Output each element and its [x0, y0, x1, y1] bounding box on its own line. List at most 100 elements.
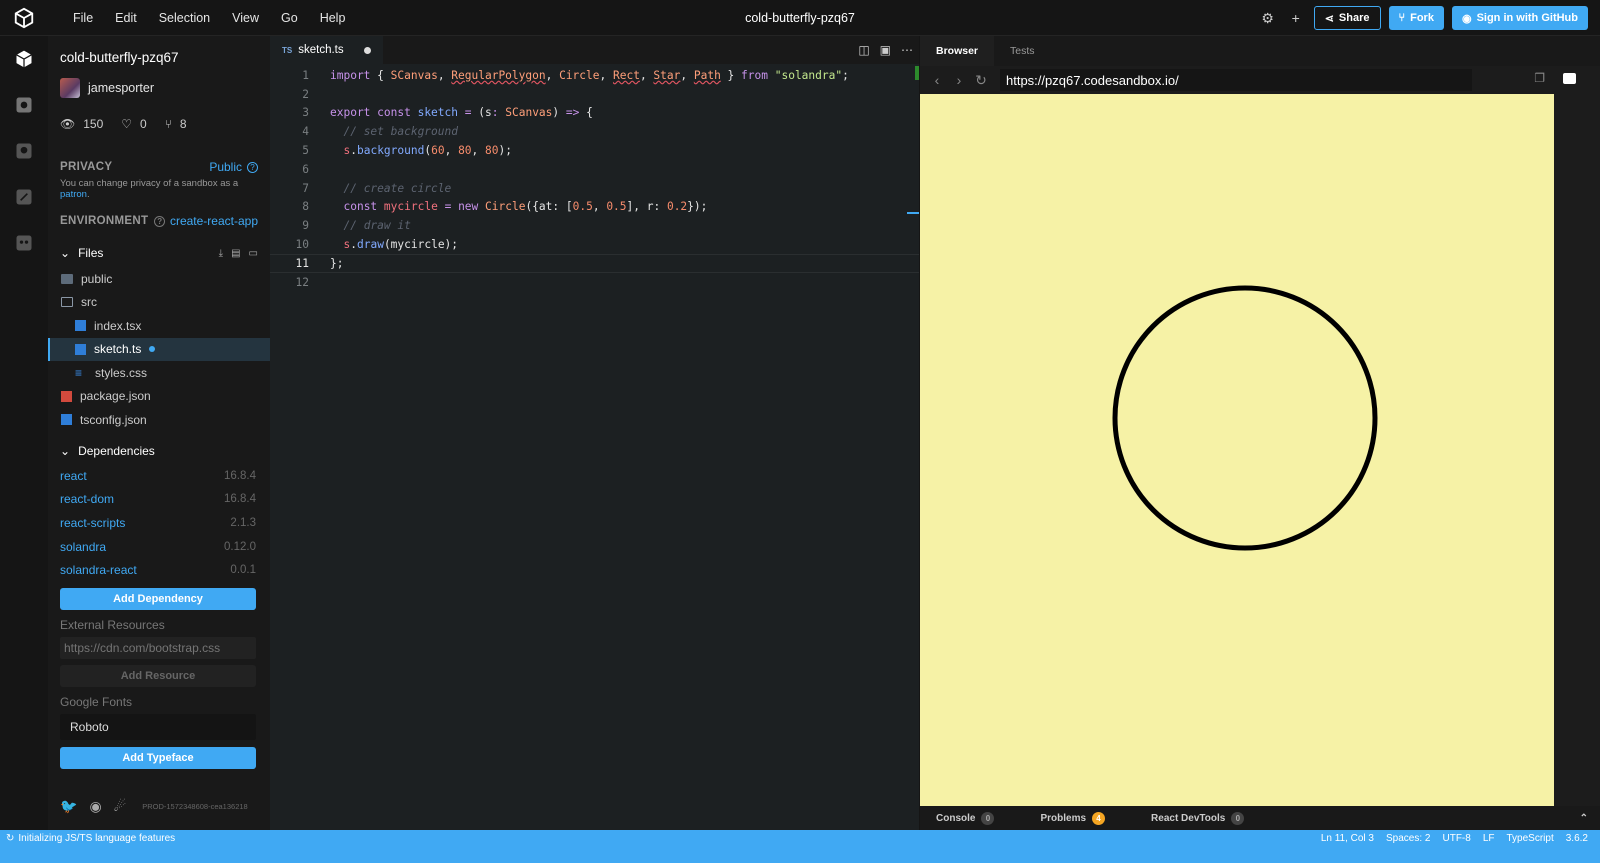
status-eol[interactable]: LF — [1483, 833, 1495, 844]
code-editor: TS sketch.ts ◫ ▣ ⋯ 1 import { SCanvas, Re… — [270, 36, 919, 830]
dependency-version: 0.0.1 — [230, 564, 256, 577]
code-area[interactable]: 1 import { SCanvas, RegularPolygon, Circl… — [270, 66, 919, 292]
new-file-icon[interactable]: ▤ — [231, 248, 240, 259]
sign-in-github-button[interactable]: ◉ Sign in with GitHub — [1451, 6, 1588, 30]
file-row[interactable]: index.tsx — [48, 314, 270, 338]
dependency-name[interactable]: solandra — [60, 540, 106, 554]
file-row[interactable]: src — [48, 291, 270, 315]
github-icon[interactable]: ◉ — [89, 798, 101, 815]
views-stat: 👁 150 — [60, 117, 103, 131]
new-folder-icon[interactable]: ▭ — [249, 248, 258, 259]
author-name: jamesporter — [88, 81, 154, 95]
open-new-window-icon[interactable]: ❐ — [1534, 71, 1545, 85]
file-row[interactable]: tsconfig.json — [48, 408, 270, 432]
fork-button[interactable]: ⑂ Fork — [1388, 6, 1444, 30]
menu-help[interactable]: Help — [309, 0, 357, 36]
dependency-row[interactable]: solandra-react 0.0.1 — [60, 558, 256, 582]
refresh-icon[interactable]: ↻ — [970, 72, 992, 89]
code-line: 3 export const sketch = (s: SCanvas) => { — [270, 104, 919, 123]
twitter-icon[interactable]: 🐦 — [60, 798, 77, 815]
codesandbox-logo-icon[interactable] — [0, 0, 48, 36]
live-icon[interactable] — [0, 220, 48, 266]
share-icon: ⋖ — [1324, 12, 1334, 25]
dependencies-header[interactable]: ⌄ Dependencies — [60, 444, 155, 458]
privacy-value: Public — [209, 160, 242, 174]
file-name: index.tsx — [94, 318, 142, 333]
code-line: 5 s.background(60, 80, 80); — [270, 141, 919, 160]
toggle-icon[interactable] — [1563, 72, 1576, 84]
tab-label: sketch.ts — [298, 44, 344, 56]
more-icon[interactable]: ⋯ — [901, 43, 913, 57]
files-label: Files — [78, 246, 104, 260]
settings-icon[interactable]: ⚙ — [1258, 8, 1278, 28]
deploy-icon[interactable] — [0, 174, 48, 220]
google-fonts-input[interactable]: Roboto — [60, 714, 256, 740]
author[interactable]: jamesporter — [60, 78, 154, 98]
status-ts-version[interactable]: 3.6.2 — [1566, 833, 1588, 844]
dependency-row[interactable]: react-scripts 2.1.3 — [60, 511, 256, 535]
tab-tests[interactable]: Tests — [994, 36, 1051, 66]
dependency-name[interactable]: react — [60, 469, 87, 483]
environment-value[interactable]: create-react-app — [170, 214, 258, 228]
privacy-select[interactable]: Public? — [209, 160, 258, 174]
dependency-row[interactable]: solandra 0.12.0 — [60, 535, 256, 559]
github-panel-icon[interactable] — [0, 128, 48, 174]
tab-browser[interactable]: Browser — [920, 36, 995, 66]
help-icon[interactable]: ? — [247, 161, 258, 173]
forward-icon[interactable]: › — [948, 72, 970, 88]
file-row[interactable]: ≡ styles.css — [48, 361, 270, 385]
dependency-row[interactable]: react 16.8.4 — [60, 464, 256, 488]
sandbox-info-icon[interactable] — [0, 36, 48, 82]
dependency-name[interactable]: react-dom — [60, 492, 114, 506]
plus-icon[interactable]: + — [1286, 8, 1306, 28]
google-fonts-label: Google Fonts — [60, 695, 133, 709]
menu-file[interactable]: File — [62, 0, 104, 36]
add-typeface-button[interactable]: Add Typeface — [60, 747, 256, 769]
sketch-canvas[interactable] — [920, 94, 1554, 806]
problems-tab[interactable]: Problems 4 — [1040, 811, 1106, 825]
expand-icon[interactable]: ⌃ — [1580, 813, 1588, 824]
discord-icon[interactable]: ☄ — [114, 798, 127, 815]
css-file-icon: ≡ — [75, 365, 83, 380]
status-indentation[interactable]: Spaces: 2 — [1386, 833, 1430, 844]
file-row[interactable]: sketch.ts — [48, 337, 270, 361]
menu-view[interactable]: View — [221, 0, 270, 36]
share-button[interactable]: ⋖ Share — [1313, 6, 1381, 30]
code-line: 6 — [270, 160, 919, 179]
add-dependency-button[interactable]: Add Dependency — [60, 588, 256, 610]
dependency-name[interactable]: solandra-react — [60, 563, 137, 577]
split-editor-icon[interactable]: ◫ — [858, 43, 869, 57]
react-devtools-tab[interactable]: React DevTools 0 — [1151, 811, 1245, 825]
external-resource-input[interactable] — [60, 637, 256, 659]
url-bar[interactable]: https://pzq67.codesandbox.io/ — [1000, 69, 1472, 91]
console-tab[interactable]: Console 0 — [936, 811, 995, 825]
sidebar: cold-butterfly-pzq67 jamesporter 👁 150 ♡ 0… — [48, 36, 270, 830]
status-language[interactable]: TypeScript — [1507, 833, 1554, 844]
menu-edit[interactable]: Edit — [104, 0, 148, 36]
console-label: Console — [936, 812, 976, 824]
menu-go[interactable]: Go — [270, 0, 309, 36]
tab-sketch-ts[interactable]: TS sketch.ts — [270, 36, 383, 64]
environment-help-icon[interactable]: ? — [154, 216, 166, 227]
dependency-name[interactable]: react-scripts — [60, 516, 125, 530]
files-toggle[interactable]: ⌄ Files — [60, 246, 103, 260]
patron-link[interactable]: patron — [60, 189, 87, 200]
fork-icon: ⑂ — [1398, 12, 1406, 24]
files-header[interactable]: ⌄ Files ⤓ ▤ ▭ — [60, 246, 258, 260]
sign-in-label: Sign in with GitHub — [1476, 12, 1578, 24]
menu-selection[interactable]: Selection — [148, 0, 221, 36]
file-row[interactable]: public — [48, 267, 270, 291]
status-encoding[interactable]: UTF-8 — [1442, 833, 1470, 844]
file-row[interactable]: package.json — [48, 385, 270, 409]
status-cursor-position[interactable]: Ln 11, Col 3 — [1321, 833, 1374, 844]
add-resource-button[interactable]: Add Resource — [60, 665, 256, 687]
download-icon[interactable]: ⤓ — [219, 248, 223, 259]
config-icon[interactable] — [0, 82, 48, 128]
back-icon[interactable]: ‹ — [926, 72, 948, 88]
open-preview-icon[interactable]: ▣ — [880, 43, 891, 57]
likes-stat[interactable]: ♡ 0 — [121, 117, 146, 131]
code-line: 7 // create circle — [270, 179, 919, 198]
unsaved-dot-icon[interactable] — [363, 46, 371, 54]
dependency-row[interactable]: react-dom 16.8.4 — [60, 488, 256, 512]
environment-label: ENVIRONMENT — [60, 215, 149, 227]
